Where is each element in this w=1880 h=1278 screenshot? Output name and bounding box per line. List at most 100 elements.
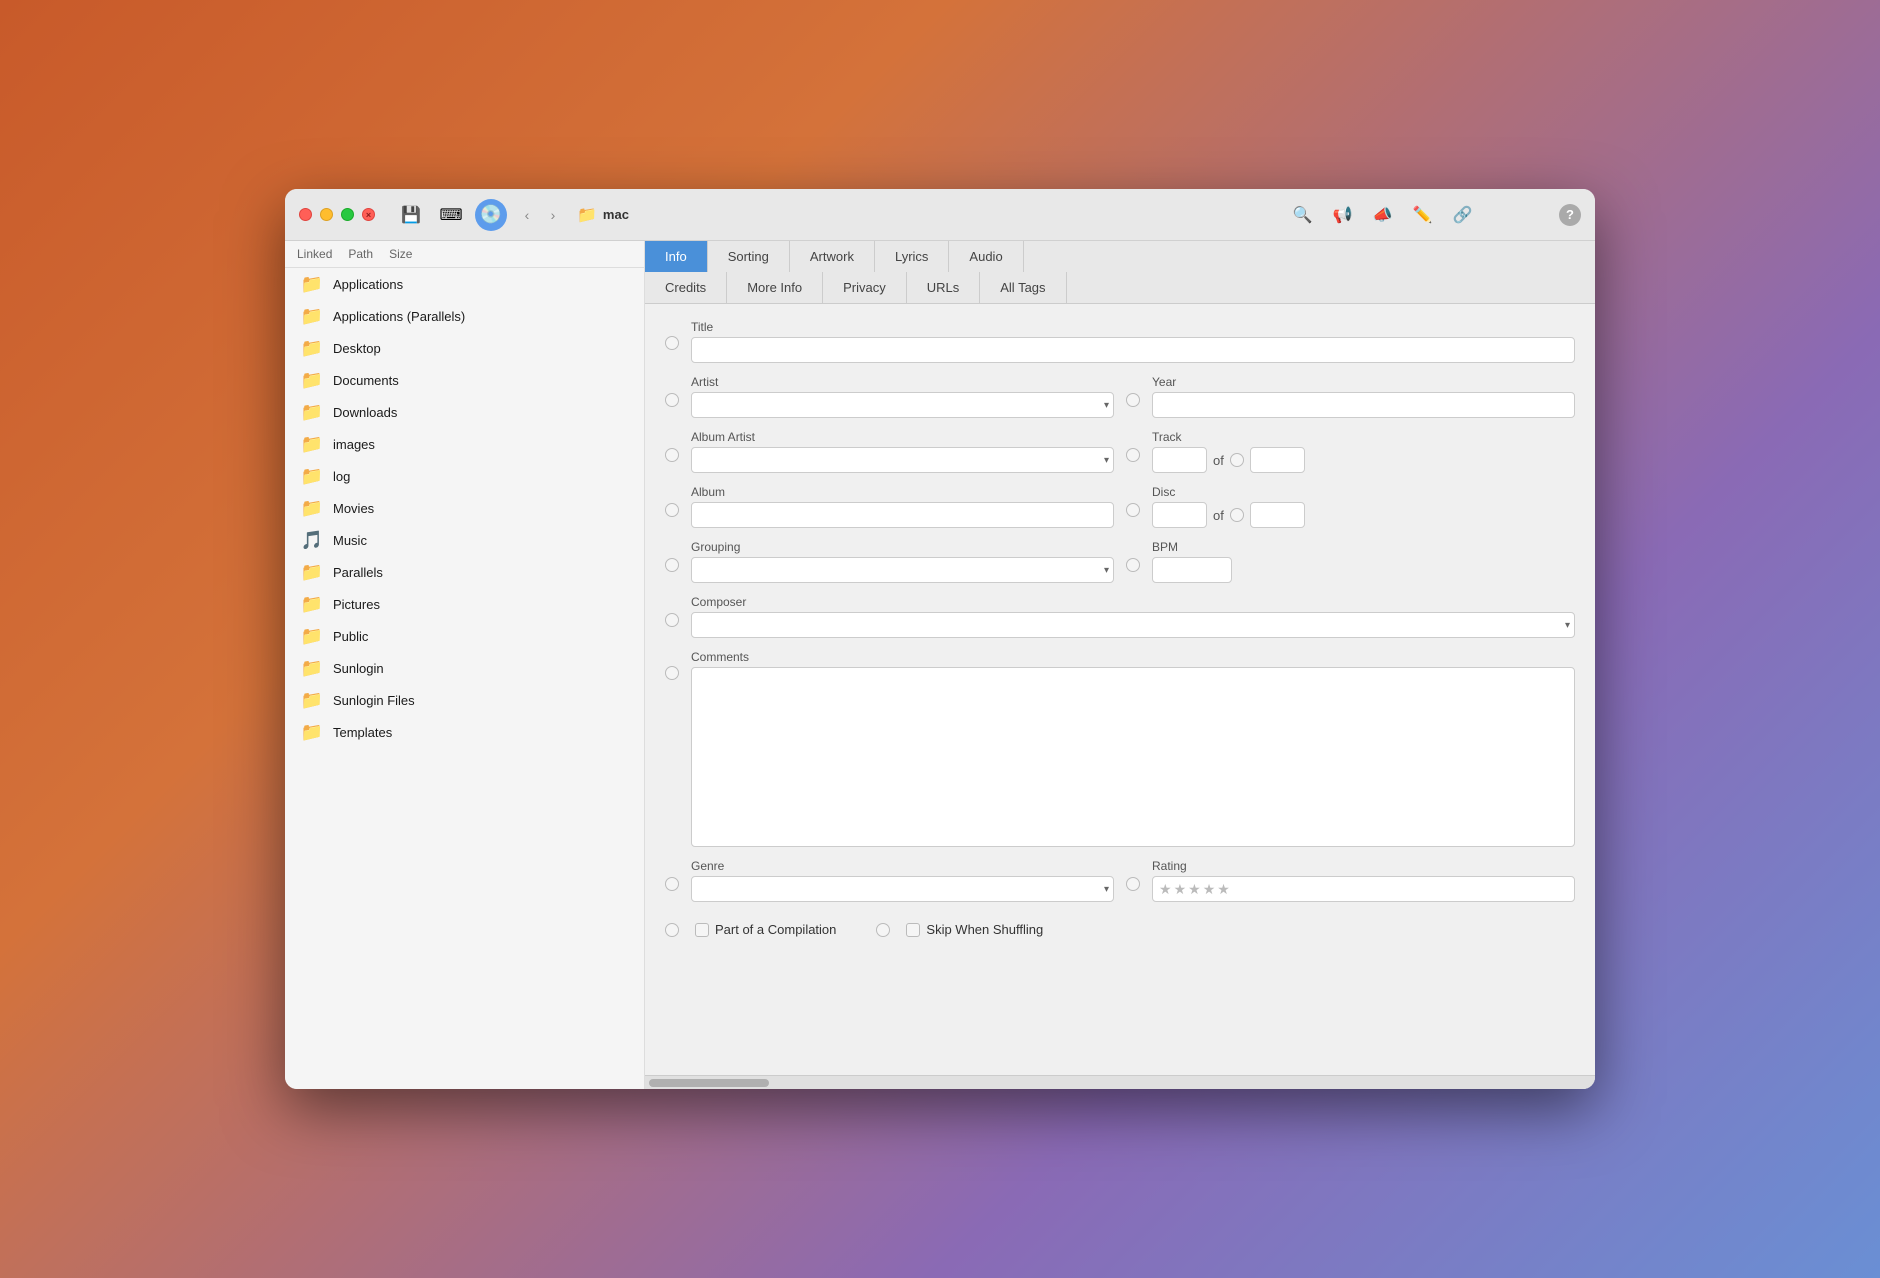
compilation-text: Part of a Compilation xyxy=(715,922,836,937)
rating-stars[interactable]: ★ ★ ★ ★ ★ xyxy=(1152,876,1575,902)
track-radio[interactable] xyxy=(1126,448,1140,462)
tab-artwork[interactable]: Artwork xyxy=(790,241,875,272)
pen-button[interactable]: ✏️ xyxy=(1407,199,1439,231)
artist-input[interactable] xyxy=(698,398,1104,413)
star-1[interactable]: ★ xyxy=(1159,881,1172,898)
disc-button[interactable]: 💿 xyxy=(475,199,507,231)
sidebar-item-movies[interactable]: 📁 Movies xyxy=(285,492,644,524)
part-of-compilation-checkbox[interactable] xyxy=(695,923,709,937)
album-artist-input[interactable] xyxy=(698,453,1104,468)
announce2-button[interactable]: 📣 xyxy=(1367,199,1399,231)
artist-dropdown-arrow[interactable]: ▾ xyxy=(1104,400,1109,411)
grouping-dropdown-arrow[interactable]: ▾ xyxy=(1104,565,1109,576)
keyboard-button[interactable]: ⌨ xyxy=(435,199,467,231)
zoom-button[interactable]: 🔍 xyxy=(1287,199,1319,231)
rating-radio[interactable] xyxy=(1126,877,1140,891)
part-of-compilation-label: Part of a Compilation xyxy=(695,922,836,937)
genre-dropdown-arrow[interactable]: ▾ xyxy=(1104,884,1109,895)
sidebar-item-templates[interactable]: 📁 Templates xyxy=(285,716,644,748)
comments-textarea[interactable] xyxy=(691,667,1575,847)
sidebar-item-music[interactable]: 🎵 Music xyxy=(285,524,644,556)
bpm-input[interactable] xyxy=(1152,557,1232,583)
star-2[interactable]: ★ xyxy=(1174,881,1187,898)
sidebar-item-public[interactable]: 📁 Public xyxy=(285,620,644,652)
folder-icon: 📁 xyxy=(301,625,323,647)
col-header-size[interactable]: Size xyxy=(385,245,416,263)
grouping-dropdown[interactable]: ▾ xyxy=(691,557,1114,583)
year-radio[interactable] xyxy=(1126,393,1140,407)
composer-dropdown[interactable]: ▾ xyxy=(691,612,1575,638)
genre-dropdown[interactable]: ▾ xyxy=(691,876,1114,902)
artist-dropdown[interactable]: ▾ xyxy=(691,392,1114,418)
eject-button[interactable]: 💾 xyxy=(395,199,427,231)
col-header-path[interactable]: Path xyxy=(344,245,377,263)
sidebar-item-documents[interactable]: 📁 Documents xyxy=(285,364,644,396)
sidebar-item-applications[interactable]: 📁 Applications xyxy=(285,268,644,300)
tab-credits[interactable]: Credits xyxy=(645,272,727,303)
disc-input[interactable] xyxy=(1152,502,1207,528)
announce1-button[interactable]: 📢 xyxy=(1327,199,1359,231)
folder-icon: 📁 xyxy=(301,337,323,359)
title-input[interactable] xyxy=(691,337,1575,363)
sidebar-item-applications-parallels[interactable]: 📁 Applications (Parallels) xyxy=(285,300,644,332)
close-x-button[interactable]: × xyxy=(362,208,375,221)
sidebar-item-downloads[interactable]: 📁 Downloads xyxy=(285,396,644,428)
star-4[interactable]: ★ xyxy=(1203,881,1216,898)
tab-more-info[interactable]: More Info xyxy=(727,272,823,303)
disc-radio[interactable] xyxy=(1126,503,1140,517)
sidebar-item-parallels[interactable]: 📁 Parallels xyxy=(285,556,644,588)
artist-radio[interactable] xyxy=(665,393,679,407)
minimize-button[interactable] xyxy=(320,208,333,221)
tab-privacy[interactable]: Privacy xyxy=(823,272,907,303)
tab-audio[interactable]: Audio xyxy=(949,241,1023,272)
track-input[interactable] xyxy=(1152,447,1207,473)
help-button[interactable]: ? xyxy=(1559,204,1581,226)
tab-sorting[interactable]: Sorting xyxy=(708,241,790,272)
horizontal-scrollbar[interactable] xyxy=(645,1075,1595,1089)
disc-of-input[interactable] xyxy=(1250,502,1305,528)
grouping-input[interactable] xyxy=(698,563,1104,578)
comments-radio[interactable] xyxy=(665,666,679,680)
track-of-input[interactable] xyxy=(1250,447,1305,473)
year-input[interactable] xyxy=(1152,392,1575,418)
sidebar-item-sunlogin-files[interactable]: 📁 Sunlogin Files xyxy=(285,684,644,716)
tabs-row-2: Credits More Info Privacy URLs All Tags xyxy=(645,272,1595,303)
sidebar-item-pictures[interactable]: 📁 Pictures xyxy=(285,588,644,620)
title-radio[interactable] xyxy=(665,336,679,350)
tab-all-tags[interactable]: All Tags xyxy=(980,272,1066,303)
back-button[interactable]: ‹ xyxy=(515,203,539,227)
sidebar-item-images[interactable]: 📁 images xyxy=(285,428,644,460)
skip-when-shuffling-checkbox[interactable] xyxy=(906,923,920,937)
folder-icon: 📁 xyxy=(577,205,597,225)
sidebar-item-log[interactable]: 📁 log xyxy=(285,460,644,492)
album-input[interactable] xyxy=(691,502,1114,528)
scrollbar-thumb[interactable] xyxy=(649,1079,769,1087)
composer-input[interactable] xyxy=(698,618,1565,633)
album-radio[interactable] xyxy=(665,503,679,517)
tab-info[interactable]: Info xyxy=(645,241,708,272)
track-of-radio[interactable] xyxy=(1230,453,1244,467)
album-artist-dropdown[interactable]: ▾ xyxy=(691,447,1114,473)
maximize-button[interactable] xyxy=(341,208,354,221)
star-5[interactable]: ★ xyxy=(1217,881,1230,898)
album-artist-dropdown-arrow[interactable]: ▾ xyxy=(1104,455,1109,466)
bpm-radio[interactable] xyxy=(1126,558,1140,572)
compilation-radio[interactable] xyxy=(665,923,679,937)
star-3[interactable]: ★ xyxy=(1188,881,1201,898)
col-header-linked[interactable]: Linked xyxy=(293,245,336,263)
sidebar-item-sunlogin[interactable]: 📁 Sunlogin xyxy=(285,652,644,684)
disc-of-radio[interactable] xyxy=(1230,508,1244,522)
composer-radio[interactable] xyxy=(665,613,679,627)
close-button[interactable] xyxy=(299,208,312,221)
genre-input[interactable] xyxy=(698,882,1104,897)
forward-button[interactable]: › xyxy=(541,203,565,227)
grouping-radio[interactable] xyxy=(665,558,679,572)
tab-lyrics[interactable]: Lyrics xyxy=(875,241,949,272)
sidebar-item-desktop[interactable]: 📁 Desktop xyxy=(285,332,644,364)
genre-radio[interactable] xyxy=(665,877,679,891)
tab-urls[interactable]: URLs xyxy=(907,272,981,303)
album-artist-radio[interactable] xyxy=(665,448,679,462)
link-button[interactable]: 🔗 xyxy=(1447,199,1479,231)
shuffle-radio[interactable] xyxy=(876,923,890,937)
composer-dropdown-arrow[interactable]: ▾ xyxy=(1565,620,1570,631)
